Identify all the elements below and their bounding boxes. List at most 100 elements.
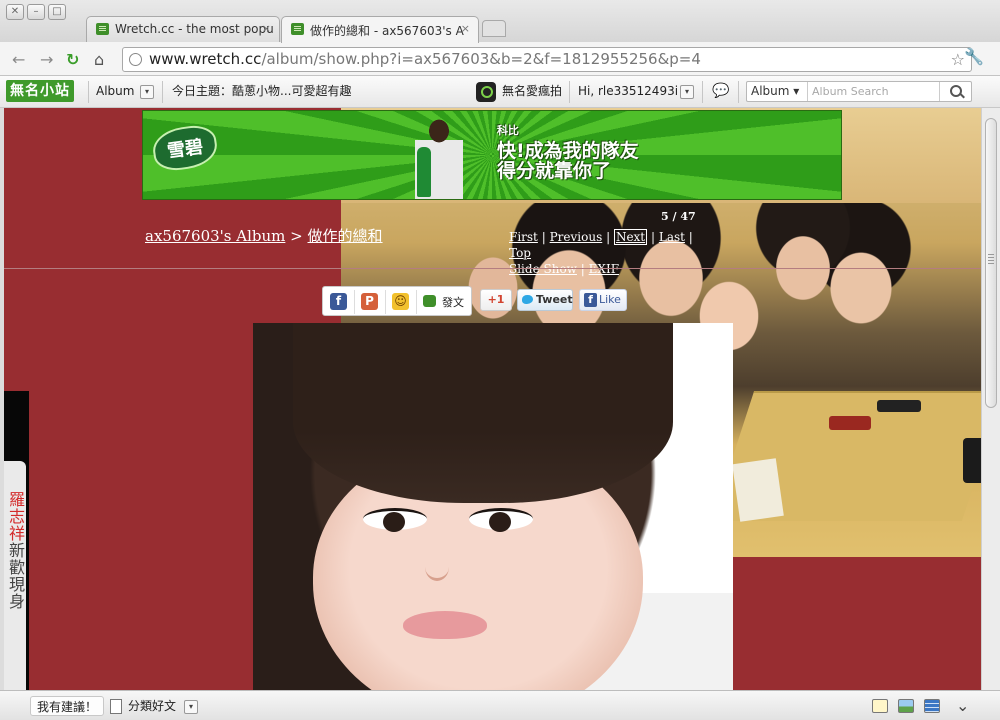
photo-eye	[469, 508, 533, 532]
photo-pager: First | Previous | Next | Last | Top Sli…	[509, 229, 694, 277]
wretch-bottom-bar: 我有建議！ 分類好文 ▾ ⌄	[0, 690, 1000, 720]
photo-counter: 5 / 47	[661, 210, 696, 223]
pager-sep: |	[688, 230, 693, 244]
window-close-button[interactable]: ✕	[6, 4, 24, 20]
photo-bangs	[293, 323, 673, 503]
user-greeting[interactable]: Hi, rle33512493i	[578, 76, 678, 107]
pager-first-link[interactable]: First	[509, 230, 538, 244]
photo-bag	[963, 438, 981, 483]
search-input[interactable]: Album Search	[807, 82, 937, 101]
edit-note-icon[interactable]	[872, 699, 888, 713]
chevron-down-icon[interactable]: ⌄	[956, 696, 969, 716]
ad-slogan: 科比 快!成為我的隊友 得分就靠你了	[497, 121, 639, 181]
breadcrumb-current-link[interactable]: 做作的總和	[308, 227, 383, 245]
tweet-button[interactable]: Tweet	[517, 289, 573, 311]
wretch-post-icon[interactable]	[423, 295, 436, 307]
photo-paper	[732, 458, 784, 522]
photo-phone	[829, 416, 871, 430]
plurk-share-icon[interactable]: P	[361, 293, 378, 310]
browser-toolbar: ← → ↻ ⌂ www.wretch.cc/album/show.php?i=a…	[0, 42, 1000, 76]
classify-dropdown[interactable]: ▾	[184, 696, 198, 716]
ad-slogan-line1: 快!成為我的隊友	[497, 140, 639, 162]
scrollbar-thumb[interactable]	[985, 118, 997, 408]
url-path: /album/show.php?i=ax567603&b=2&f=1812955…	[261, 50, 701, 68]
yahoo-smiley-icon[interactable]: ☺	[392, 293, 409, 310]
wretch-toolbar: 無名小站 Album ▾ 今日主題：酷蔥小物...可愛超有趣 無名愛瘋拍 Hi,…	[0, 76, 1000, 108]
sprite-ad-banner[interactable]: 雪碧 科比 快!成為我的隊友 得分就靠你了	[142, 110, 842, 200]
app-link[interactable]: 無名愛瘋拍	[476, 76, 562, 107]
app-label: 無名愛瘋拍	[502, 84, 563, 98]
facebook-share-icon[interactable]: f	[330, 293, 347, 310]
browser-tab-album[interactable]: 做作的總和 - ax567603's A ×	[281, 16, 479, 43]
pager-top-link[interactable]: Top	[509, 246, 531, 260]
left-ad-tag[interactable]: 羅志祥新歡現身	[4, 461, 26, 690]
album-search-box: Album ▾ Album Search	[746, 81, 972, 102]
breadcrumb-album-link[interactable]: ax567603's Album	[145, 227, 285, 245]
breadcrumb-separator: >	[290, 227, 303, 245]
new-tab-button[interactable]	[482, 20, 506, 37]
pager-exif-link[interactable]: EXIF	[589, 262, 619, 276]
chevron-down-icon: ▾	[184, 699, 198, 714]
main-photo[interactable]	[253, 323, 733, 690]
image-icon[interactable]	[898, 699, 914, 713]
camera-app-icon	[476, 81, 496, 102]
breadcrumb: ax567603's Album > 做作的總和	[145, 225, 383, 246]
film-icon[interactable]	[924, 699, 940, 713]
window-maximize-button[interactable]: □	[48, 4, 66, 20]
bookmark-star-icon[interactable]: ☆	[951, 48, 965, 71]
suggest-button[interactable]: 我有建議！	[30, 696, 105, 716]
chevron-down-icon: ▾	[680, 84, 694, 99]
facebook-like-button[interactable]: Like	[579, 289, 627, 311]
sprite-logo: 雪碧	[150, 122, 220, 174]
pager-sep: |	[580, 262, 585, 276]
share-toolbar: f P ☺ 發文	[322, 286, 472, 316]
wretch-logo[interactable]: 無名小站	[6, 80, 74, 102]
pager-previous-link[interactable]: Previous	[550, 230, 603, 244]
search-icon[interactable]	[939, 82, 971, 101]
pager-sep: |	[541, 230, 546, 244]
chevron-down-icon: ▾	[140, 84, 154, 99]
divider	[88, 81, 89, 103]
home-icon[interactable]: ⌂	[94, 50, 104, 69]
album-menu-dropdown[interactable]: ▾	[140, 76, 154, 107]
ad-slogan-line0: 科比	[497, 124, 519, 137]
wrench-menu-icon[interactable]: 🔧	[964, 47, 984, 66]
tab-close-icon[interactable]: ×	[461, 22, 470, 35]
divider	[385, 290, 386, 314]
tab-title: Wretch.cc - the most popu	[115, 22, 274, 36]
window-minimize-button[interactable]: –	[27, 4, 45, 20]
photo-phone	[877, 400, 921, 412]
wretch-favicon-icon	[291, 23, 304, 35]
back-arrow-icon[interactable]: ←	[12, 50, 25, 69]
forward-arrow-icon[interactable]: →	[40, 50, 53, 69]
vertical-scrollbar[interactable]	[981, 108, 1000, 690]
google-plus-one-button[interactable]: +1	[480, 289, 512, 311]
wretch-favicon-icon	[96, 23, 109, 35]
left-ad-text: 新歡現身	[6, 542, 25, 610]
address-bar[interactable]: www.wretch.cc/album/show.php?i=ax567603&…	[122, 47, 972, 72]
photo-nose	[425, 553, 449, 581]
search-category-select[interactable]: Album ▾	[751, 82, 799, 101]
photo-eye	[363, 508, 427, 532]
ad-bottle	[417, 147, 431, 197]
page-content: 雪碧 科比 快!成為我的隊友 得分就靠你了 ax567603's Album >…	[4, 108, 981, 690]
ad-slogan-line2: 得分就靠你了	[497, 160, 612, 182]
classify-link[interactable]: 分類好文	[110, 696, 176, 716]
daily-topic-link[interactable]: 今日主題：酷蔥小物...可愛超有趣	[172, 76, 351, 107]
pager-last-link[interactable]: Last	[659, 230, 685, 244]
chat-bubble-icon[interactable]: 💬	[712, 76, 729, 107]
divider-line	[4, 268, 981, 269]
pager-next-link[interactable]: Next	[613, 229, 648, 245]
divider	[569, 81, 570, 103]
tab-close-icon[interactable]: ×	[262, 22, 271, 35]
post-label[interactable]: 發文	[442, 294, 464, 310]
photo-lips	[403, 611, 487, 639]
album-menu-label[interactable]: Album	[96, 76, 134, 107]
user-menu-dropdown[interactable]: ▾	[680, 76, 694, 107]
pager-slideshow-link[interactable]: Slide Show	[509, 262, 577, 276]
classify-label: 分類好文	[128, 699, 177, 713]
reload-icon[interactable]: ↻	[66, 50, 79, 69]
left-side-ad[interactable]: 羅志祥新歡現身	[4, 391, 29, 690]
divider	[354, 290, 355, 314]
browser-tab-wretch-home[interactable]: Wretch.cc - the most popu ×	[86, 16, 280, 42]
